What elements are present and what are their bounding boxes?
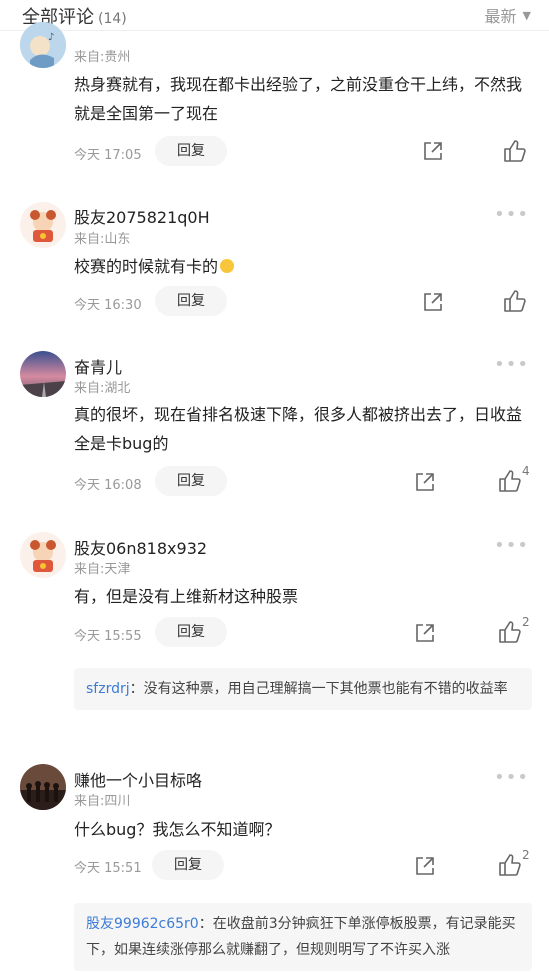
comment-location: 来自:湖北 [74,381,131,396]
comment-time: 今天 16:30 [74,298,142,313]
reply-button[interactable]: 回复 [155,136,227,166]
share-icon[interactable] [422,140,444,162]
comment-username[interactable]: 奋青儿 [74,354,122,378]
sub-reply-text: ：没有这种票，用自己理解搞一下其他票也能有不错的收益率 [129,681,508,697]
more-options-icon[interactable]: ••• [494,767,529,788]
sub-reply: sfzrdrj：没有这种票，用自己理解搞一下其他票也能有不错的收益率 [74,668,532,710]
sort-dropdown[interactable]: 最新 ▼ [485,3,531,27]
comment-count: (14) [98,11,127,27]
reply-button[interactable]: 回复 [155,466,227,496]
share-icon[interactable] [414,471,436,493]
comments-header: 全部评论 (14) 最新 ▼ [0,0,549,31]
thumbs-up-icon[interactable] [503,139,527,163]
comment-text: 有，但是没有上维新材这种股票 [74,587,299,606]
comment-location: 来自:山东 [74,232,131,247]
like-count: 2 [522,848,530,862]
caret-down-icon: ▼ [522,8,531,22]
avatar[interactable]: ♪ [20,22,66,68]
comment-time: 今天 17:05 [74,148,142,163]
thumbs-up-icon[interactable] [503,289,527,313]
sub-reply-username[interactable]: 股友99962c65r0 [86,916,199,932]
share-icon[interactable] [422,291,444,313]
laugh-emoji-icon [220,259,235,273]
thumbs-up-icon[interactable] [498,853,522,877]
reply-button[interactable]: 回复 [155,286,227,316]
sort-label: 最新 [484,7,517,26]
comment-text: 热身赛就有，我现在都卡出经验了，之前没重仓干上纬，不然我就是全国第一了现在 [74,75,523,123]
comment-text: 真的很坏，现在省排名极速下降，很多人都被挤出去了，日收益全是卡bug的 [74,405,523,453]
comment-text: 校赛的时候就有卡的 [74,252,534,281]
reply-button[interactable]: 回复 [155,617,227,647]
comment-username[interactable]: 股友2075821q0H [74,204,210,228]
more-options-icon[interactable]: ••• [494,354,529,375]
reply-button[interactable]: 回复 [152,850,224,880]
thumbs-up-icon[interactable] [498,469,522,493]
comment-text: 什么bug？我怎么不知道啊？ [74,820,281,839]
avatar[interactable] [20,351,66,397]
share-icon[interactable] [414,622,436,644]
comment-location: 来自:天津 [74,562,131,577]
comment-username[interactable]: 股友06n818x932 [74,535,207,559]
svg-text:♪: ♪ [48,32,54,43]
like-count: 2 [522,615,530,629]
more-options-icon[interactable]: ••• [494,535,529,556]
comment-time: 今天 15:55 [74,629,142,644]
avatar[interactable] [20,202,66,248]
sub-reply: 股友99962c65r0：在收盘前3分钟疯狂下单涨停板股票，有记录能买下，如果连… [74,903,532,971]
comment-location: 来自:四川 [74,794,131,809]
comment-time: 今天 16:08 [74,478,142,493]
sub-reply-username[interactable]: sfzrdrj [86,681,130,697]
comment-time: 今天 15:51 [74,861,142,876]
thumbs-up-icon[interactable] [498,620,522,644]
more-options-icon[interactable]: ••• [494,204,529,225]
comment-text-content: 校赛的时候就有卡的 [74,257,219,276]
comment-username[interactable]: 赚他一个小目标咯 [74,767,202,791]
comment-location: 来自:贵州 [74,50,131,65]
avatar[interactable] [20,764,66,810]
share-icon[interactable] [414,855,436,877]
like-count: 4 [522,464,530,478]
avatar[interactable] [20,532,66,578]
